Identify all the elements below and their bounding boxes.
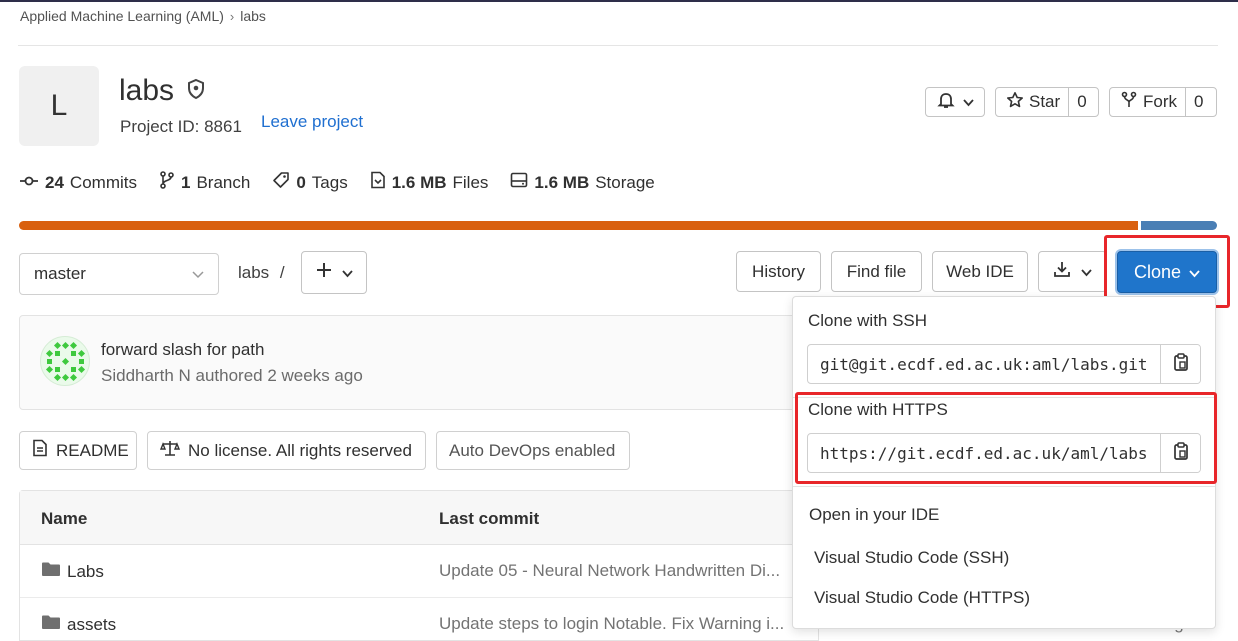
commits-label: Commits bbox=[69, 172, 137, 192]
web-ide-button[interactable]: Web IDE bbox=[932, 251, 1028, 292]
shield-icon bbox=[186, 74, 206, 108]
row-divider bbox=[20, 597, 818, 598]
clipboard-icon bbox=[1173, 352, 1189, 377]
clone-ssh-field[interactable]: git@git.ecdf.ed.ac.uk:aml/labs.git bbox=[807, 344, 1201, 384]
folder-icon bbox=[41, 561, 61, 582]
file-name-link[interactable]: assets bbox=[67, 615, 116, 635]
star-count[interactable]: 0 bbox=[1068, 88, 1094, 116]
files-size: 1.6 MB bbox=[391, 172, 447, 192]
chevron-down-icon bbox=[341, 263, 353, 283]
repo-path: labs / bbox=[238, 263, 285, 283]
readme-label: README bbox=[56, 440, 129, 460]
notification-dropdown-button[interactable] bbox=[925, 87, 985, 117]
leave-project-link[interactable]: Leave project bbox=[261, 112, 363, 132]
file-name-link[interactable]: Labs bbox=[67, 562, 104, 582]
branch-select[interactable]: master bbox=[19, 253, 219, 295]
open-in-ide-label: Open in your IDE bbox=[809, 505, 940, 524]
storage-label: Storage bbox=[595, 172, 655, 192]
fork-button[interactable]: Fork 0 bbox=[1109, 87, 1217, 117]
breadcrumb-project-link[interactable]: labs bbox=[240, 8, 266, 24]
breadcrumb-group-link[interactable]: Applied Machine Learning (AML) bbox=[20, 8, 224, 24]
tags-count: 0 bbox=[296, 172, 306, 192]
storage-size: 1.6 MB bbox=[534, 172, 590, 192]
star-icon bbox=[1006, 91, 1024, 114]
star-label: Star bbox=[1029, 92, 1061, 111]
repo-path-separator: / bbox=[279, 263, 285, 282]
download-icon bbox=[1053, 260, 1071, 283]
license-label: No license. All rights reserved bbox=[188, 440, 412, 460]
https-highlight-box bbox=[795, 392, 1217, 484]
author-avatar[interactable] bbox=[40, 336, 90, 386]
project-name: labs bbox=[119, 74, 175, 107]
branch-label: Branch bbox=[196, 172, 251, 192]
plus-icon bbox=[316, 262, 332, 283]
find-file-button[interactable]: Find file bbox=[831, 251, 922, 292]
download-dropdown-button[interactable] bbox=[1038, 251, 1107, 292]
bell-icon bbox=[936, 91, 955, 114]
top-border bbox=[0, 0, 1238, 2]
fork-count[interactable]: 0 bbox=[1185, 88, 1211, 116]
copy-ssh-button[interactable] bbox=[1160, 345, 1200, 383]
clone-ssh-url[interactable]: git@git.ecdf.ed.ac.uk:aml/labs.git bbox=[808, 355, 1160, 374]
commit-message-link[interactable]: Update steps to login Notable. Fix Warni… bbox=[439, 614, 784, 634]
file-icon bbox=[370, 171, 386, 194]
storage-icon bbox=[510, 172, 528, 193]
history-button[interactable]: History bbox=[736, 251, 821, 292]
auto-devops-button[interactable]: Auto DevOps enabled bbox=[436, 431, 630, 470]
document-icon bbox=[32, 439, 48, 462]
fork-icon bbox=[1120, 91, 1138, 114]
commit-icon bbox=[19, 173, 39, 193]
breadcrumb: Applied Machine Learning (AML) › labs bbox=[20, 8, 266, 24]
commits-count: 24 bbox=[45, 172, 64, 192]
last-commit-panel bbox=[19, 315, 819, 410]
project-stats: 24 Commits 1 Branch 0 Tags 1.6 MB Files … bbox=[19, 171, 655, 194]
storage-stat[interactable]: 1.6 MB Storage bbox=[510, 172, 655, 193]
branch-select-value: master bbox=[34, 264, 86, 283]
project-avatar-letter: L bbox=[50, 89, 68, 122]
file-table-header bbox=[20, 491, 818, 545]
language-bar-secondary bbox=[1141, 221, 1217, 230]
repo-path-link[interactable]: labs bbox=[238, 263, 269, 282]
folder-icon bbox=[41, 614, 61, 635]
fork-label: Fork bbox=[1143, 92, 1177, 111]
commit-message-link[interactable]: Update 05 - Neural Network Handwritten D… bbox=[439, 561, 780, 581]
table-row[interactable]: Labs bbox=[41, 561, 104, 582]
star-button[interactable]: Star 0 bbox=[995, 87, 1099, 117]
commit-meta: Siddharth N authored 2 weeks ago bbox=[101, 366, 363, 385]
chevron-down-icon bbox=[192, 265, 204, 285]
column-header-last-commit: Last commit bbox=[439, 509, 540, 528]
add-new-dropdown-button[interactable] bbox=[301, 251, 367, 294]
divider bbox=[18, 45, 1218, 46]
ide-option-vscode-ssh[interactable]: Visual Studio Code (SSH) bbox=[814, 548, 1009, 568]
branch-stat[interactable]: 1 Branch bbox=[159, 171, 250, 194]
branch-count: 1 bbox=[180, 172, 191, 192]
readme-button[interactable]: README bbox=[19, 431, 137, 470]
project-title: labs bbox=[119, 74, 206, 108]
chevron-down-icon bbox=[962, 92, 974, 112]
project-id: Project ID: 8861 bbox=[120, 117, 242, 136]
tags-label: Tags bbox=[311, 172, 348, 192]
files-stat[interactable]: 1.6 MB Files bbox=[370, 171, 489, 194]
ide-option-vscode-https[interactable]: Visual Studio Code (HTTPS) bbox=[814, 588, 1030, 608]
language-bar-primary bbox=[19, 221, 1138, 230]
branch-icon bbox=[159, 171, 175, 194]
scale-icon bbox=[159, 439, 181, 462]
commits-stat[interactable]: 24 Commits bbox=[19, 173, 137, 193]
column-header-name: Name bbox=[41, 509, 88, 528]
tag-icon bbox=[272, 171, 290, 194]
files-label: Files bbox=[452, 172, 489, 192]
table-row[interactable]: assets bbox=[41, 614, 116, 635]
tags-stat[interactable]: 0 Tags bbox=[272, 171, 348, 194]
chevron-right-icon: › bbox=[229, 8, 235, 24]
clone-ssh-label: Clone with SSH bbox=[808, 311, 928, 330]
dropdown-divider bbox=[793, 486, 1215, 487]
license-button[interactable]: No license. All rights reserved bbox=[147, 431, 426, 470]
project-avatar: L bbox=[19, 66, 99, 146]
commit-title-link[interactable]: forward slash for path bbox=[101, 340, 264, 360]
chevron-down-icon bbox=[1081, 262, 1092, 282]
